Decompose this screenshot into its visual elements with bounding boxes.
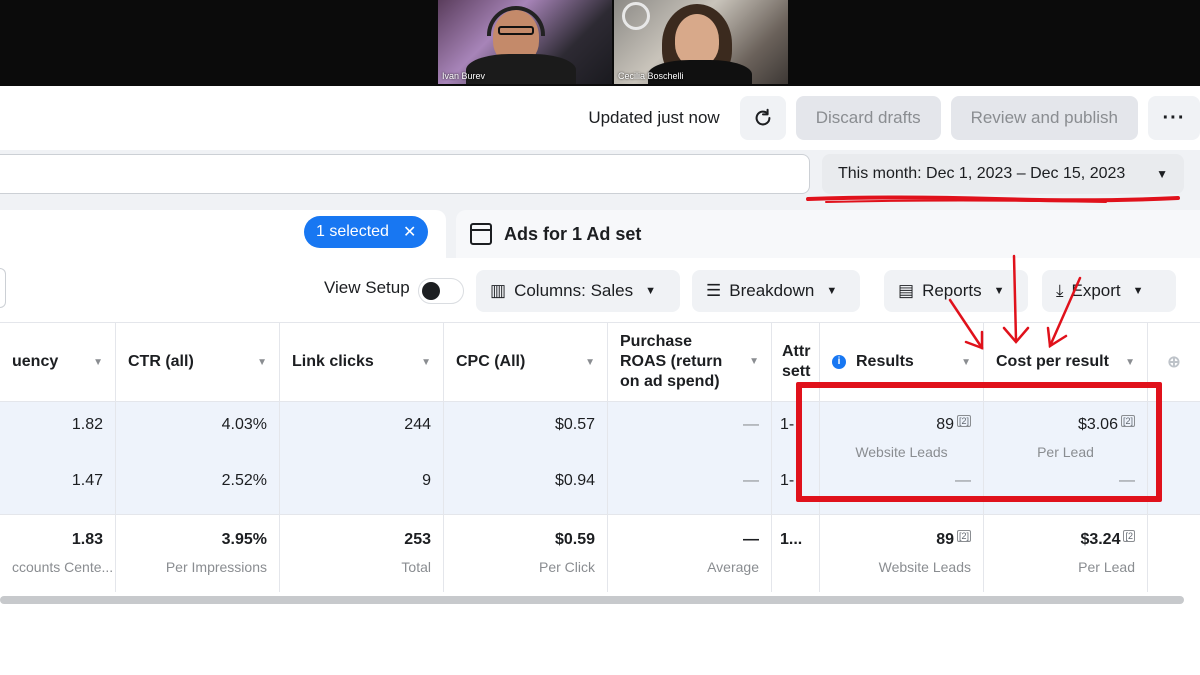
selected-filter-pill[interactable]: 1 selected ✕ [304,216,429,248]
tab-ads-label: Ads for 1 Ad set [504,223,642,244]
selected-count: 1 selected [316,223,389,240]
red-underline-annotation [806,195,1180,203]
view-setup-label: View Setup [324,278,410,297]
sort-icon: ▼ [93,356,103,368]
close-icon[interactable]: ✕ [403,222,416,242]
video-call-bar: Ivan Burev Cecilia Boschelli [0,0,1200,86]
caret-down-icon: ▼ [826,285,838,297]
sort-icon: ▼ [749,355,759,367]
breakdown-icon: ☰ [706,281,722,300]
horizontal-scrollbar[interactable] [0,596,1184,604]
date-range-picker[interactable]: This month: Dec 1, 2023 – Dec 15, 2023 ▼ [822,154,1184,194]
view-setup-toggle[interactable] [418,278,464,304]
search-input[interactable] [0,154,810,194]
participant-name: Ivan Burev [442,71,486,81]
columns-label: Columns: Sales [514,281,634,300]
date-range-label: This month: Dec 1, 2023 – Dec 15, 2023 [838,165,1126,182]
plus-circle-icon: ⊕ [1167,354,1181,371]
sort-icon: ▼ [421,356,431,368]
caret-down-icon: ▼ [1156,167,1168,181]
column-header-link-clicks[interactable]: Link clicks ▼ [280,323,444,401]
columns-icon: ▥ [490,281,507,300]
create-button[interactable] [0,268,6,308]
participant-tile: Ivan Burev [438,0,612,84]
participant-video [675,14,719,66]
sort-icon: ▼ [257,356,267,368]
review-publish-button[interactable]: Review and publish [950,96,1138,140]
more-options-button[interactable]: ··· [1148,96,1200,140]
info-icon[interactable]: i [832,355,846,369]
columns-button[interactable]: ▥ Columns: Sales ▼ [476,270,680,312]
column-header-ctr[interactable]: CTR (all) ▼ [116,323,280,401]
red-box-annotation [796,382,1162,502]
column-header-frequency[interactable]: uency ▼ [0,323,116,401]
breakdown-label: Breakdown [729,281,815,300]
sort-icon: ▼ [585,356,595,368]
refresh-button[interactable] [739,96,786,140]
breakdown-button[interactable]: ☰ Breakdown ▼ [692,270,860,312]
red-arrows-annotation [948,254,1082,350]
filter-bar: This month: Dec 1, 2023 – Dec 15, 2023 ▼ [0,150,1200,200]
ad-icon [470,223,492,245]
participant-name: Cecilia Boschelli [618,71,684,81]
caret-down-icon: ▼ [645,285,657,297]
caret-down-icon: ▼ [1132,285,1144,297]
participant-tile: Cecilia Boschelli [614,0,788,84]
column-header-cpc[interactable]: CPC (All) ▼ [444,323,608,401]
reports-icon: ▤ [898,281,915,300]
discard-drafts-button[interactable]: Discard drafts [795,96,941,140]
column-header-roas[interactable]: Purchase ROAS (return on ad spend) ▼ [608,323,772,401]
totals-row: 1.83 ccounts Cente... 3.95% Per Impressi… [0,514,1200,592]
refresh-icon [755,108,771,126]
updated-status: Updated just now [588,108,720,127]
sort-icon: ▼ [1125,356,1135,368]
publish-bar: Updated just now Discard drafts Review a… [588,96,1200,140]
